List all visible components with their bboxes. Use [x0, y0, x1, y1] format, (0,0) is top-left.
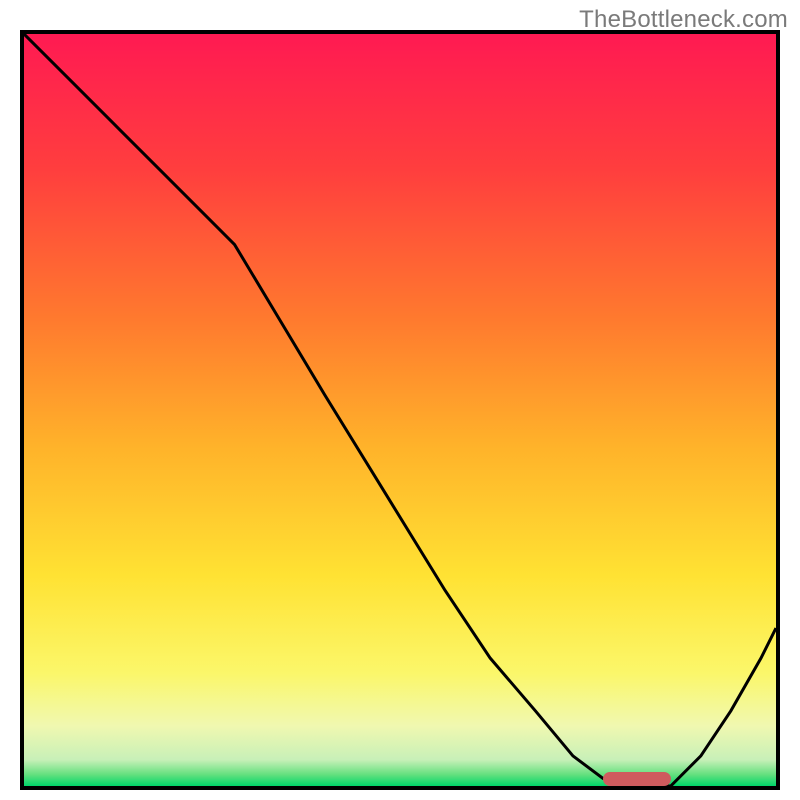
plot-area — [20, 30, 780, 790]
optimal-marker — [603, 772, 671, 786]
bottleneck-curve — [24, 34, 776, 786]
